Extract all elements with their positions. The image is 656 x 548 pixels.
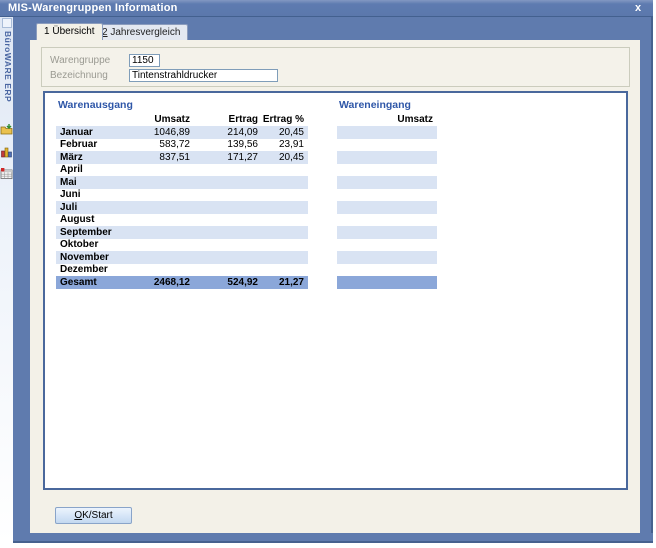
- table-row[interactable]: [337, 264, 437, 277]
- table-row[interactable]: Mai: [56, 176, 308, 189]
- total-row[interactable]: [337, 276, 437, 289]
- table-row[interactable]: [337, 201, 437, 214]
- left-frame: [13, 17, 30, 543]
- wareneingang-rows: [337, 126, 437, 289]
- data-panel: Warenausgang Umsatz Ertrag Ertrag % Janu…: [43, 91, 628, 490]
- table-row[interactable]: März837,51171,2720,45: [56, 151, 308, 164]
- table-row[interactable]: Juli: [56, 201, 308, 214]
- warenausgang-table: Warenausgang Umsatz Ertrag Ertrag % Janu…: [56, 99, 308, 289]
- tab-jahresvergleich[interactable]: 2 Jahresvergleich: [94, 24, 188, 40]
- col-ertrag-pct: Ertrag %: [258, 114, 308, 125]
- tab-uebersicht[interactable]: 1 Übersicht: [36, 23, 103, 40]
- sidebar-toolbar: [0, 123, 13, 180]
- table-row[interactable]: [337, 226, 437, 239]
- table-row[interactable]: Dezember: [56, 264, 308, 277]
- table-row[interactable]: Januar1046,89214,0920,45: [56, 126, 308, 139]
- header-group-box: Warengruppe Bezeichnung: [41, 47, 630, 87]
- close-icon[interactable]: x: [631, 2, 645, 14]
- mis-warengruppen-window: MIS-Warengruppen Information x BüroWARE …: [0, 0, 653, 543]
- warenausgang-rows: Januar1046,89214,0920,45Februar583,72139…: [56, 126, 308, 289]
- ok-start-button[interactable]: OK/Start: [55, 507, 132, 524]
- col-we-umsatz: Umsatz: [337, 114, 437, 125]
- sidebar-header-box: [2, 18, 12, 28]
- bezeichnung-input[interactable]: [129, 69, 278, 82]
- sidebar: BüroWARE ERP: [0, 17, 13, 543]
- table-row[interactable]: [337, 189, 437, 202]
- warengruppe-input[interactable]: [129, 54, 160, 67]
- table-row[interactable]: [337, 251, 437, 264]
- table-row[interactable]: [337, 151, 437, 164]
- col-ertrag: Ertrag: [190, 114, 258, 125]
- bottom-frame: [13, 533, 653, 543]
- table-row[interactable]: [337, 139, 437, 152]
- folder-import-icon[interactable]: [0, 123, 13, 136]
- tab-strip: 1 Übersicht 2 Jahresvergleich: [30, 17, 640, 40]
- calendar-icon[interactable]: [0, 167, 13, 180]
- total-row[interactable]: Gesamt2468,12524,9221,27: [56, 276, 308, 289]
- warengruppe-label: Warengruppe: [50, 55, 129, 66]
- table-row[interactable]: September: [56, 226, 308, 239]
- warenausgang-title: Warenausgang: [56, 99, 308, 113]
- wareneingang-table: Wareneingang Umsatz: [337, 99, 437, 289]
- table-row[interactable]: [337, 176, 437, 189]
- table-row[interactable]: Februar583,72139,5623,91: [56, 139, 308, 152]
- col-umsatz: Umsatz: [115, 114, 190, 125]
- table-row[interactable]: [337, 214, 437, 227]
- table-row[interactable]: Juni: [56, 189, 308, 202]
- wareneingang-header-row: Umsatz: [337, 113, 437, 126]
- right-frame: [640, 17, 653, 543]
- table-row[interactable]: November: [56, 251, 308, 264]
- chart-icon[interactable]: [0, 145, 13, 158]
- bezeichnung-label: Bezeichnung: [50, 70, 129, 81]
- table-row[interactable]: Oktober: [56, 239, 308, 252]
- wareneingang-title: Wareneingang: [337, 99, 437, 113]
- table-row[interactable]: [337, 239, 437, 252]
- window-title: MIS-Warengruppen Information: [8, 2, 631, 14]
- table-row[interactable]: April: [56, 164, 308, 177]
- title-bar: MIS-Warengruppen Information x: [0, 0, 653, 17]
- warenausgang-header-row: Umsatz Ertrag Ertrag %: [56, 113, 308, 126]
- brand-vertical-text: BüroWARE ERP: [1, 31, 13, 131]
- table-row[interactable]: August: [56, 214, 308, 227]
- table-row[interactable]: [337, 164, 437, 177]
- table-row[interactable]: [337, 126, 437, 139]
- tab-page-uebersicht: Warengruppe Bezeichnung Warenausgang Ums…: [30, 40, 640, 533]
